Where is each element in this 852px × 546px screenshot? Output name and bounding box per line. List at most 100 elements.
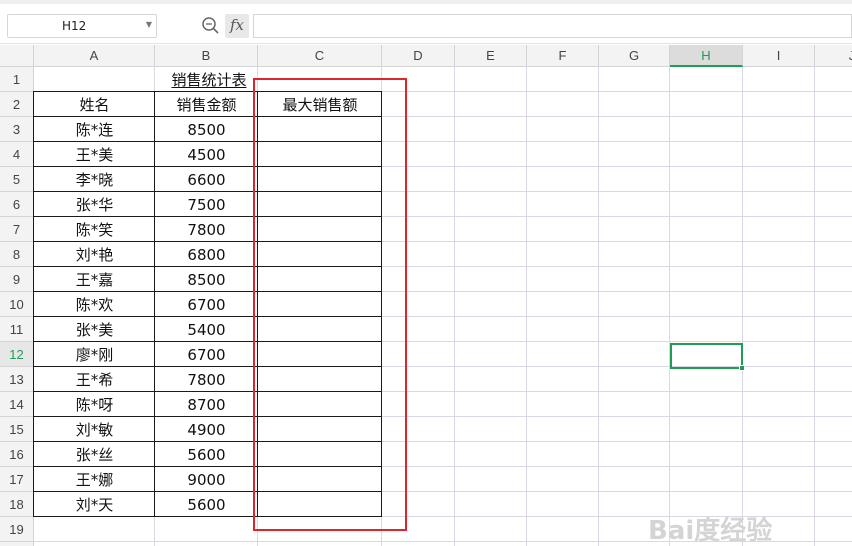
column-header-f[interactable]: F bbox=[527, 45, 599, 67]
table-border-horizontal bbox=[34, 316, 382, 317]
max-amount-cell[interactable] bbox=[258, 242, 382, 267]
name-cell[interactable]: 张*华 bbox=[34, 192, 155, 217]
amount-cell[interactable]: 5600 bbox=[155, 442, 258, 467]
row-header-17[interactable]: 17 bbox=[0, 467, 34, 492]
name-cell[interactable]: 王*美 bbox=[34, 142, 155, 167]
header-max-cell[interactable]: 最大销售额 bbox=[258, 92, 382, 117]
amount-cell[interactable]: 6700 bbox=[155, 342, 258, 367]
zoom-icon[interactable] bbox=[200, 15, 222, 37]
amount-cell[interactable]: 5600 bbox=[155, 492, 258, 517]
amount-cell[interactable]: 6700 bbox=[155, 292, 258, 317]
amount-cell[interactable]: 7500 bbox=[155, 192, 258, 217]
max-amount-cell[interactable] bbox=[258, 467, 382, 492]
max-amount-cell[interactable] bbox=[258, 292, 382, 317]
max-amount-cell[interactable] bbox=[258, 342, 382, 367]
amount-cell[interactable]: 9000 bbox=[155, 467, 258, 492]
amount-cell[interactable]: 6800 bbox=[155, 242, 258, 267]
name-cell[interactable]: 李*晓 bbox=[34, 167, 155, 192]
column-header-e[interactable]: E bbox=[455, 45, 527, 67]
table-border-horizontal bbox=[34, 116, 382, 117]
chevron-down-icon[interactable]: ▼ bbox=[146, 20, 152, 29]
formula-input[interactable] bbox=[253, 14, 852, 38]
name-cell[interactable]: 刘*艳 bbox=[34, 242, 155, 267]
fx-button[interactable]: fx bbox=[225, 14, 249, 38]
selected-cell-h12[interactable] bbox=[670, 343, 743, 369]
column-header-h[interactable]: H bbox=[670, 45, 743, 67]
row-header-11[interactable]: 11 bbox=[0, 317, 34, 342]
amount-cell[interactable]: 6600 bbox=[155, 167, 258, 192]
row-header-14[interactable]: 14 bbox=[0, 392, 34, 417]
name-cell[interactable]: 张*丝 bbox=[34, 442, 155, 467]
sheet-title[interactable]: 销售统计表 bbox=[156, 67, 262, 92]
row-header-2[interactable]: 2 bbox=[0, 92, 34, 117]
row-header-15[interactable]: 15 bbox=[0, 417, 34, 442]
name-cell[interactable]: 陈*呀 bbox=[34, 392, 155, 417]
amount-cell[interactable]: 7800 bbox=[155, 367, 258, 392]
table-border-horizontal bbox=[34, 91, 382, 92]
amount-cell[interactable]: 4500 bbox=[155, 142, 258, 167]
fill-handle[interactable] bbox=[739, 365, 745, 371]
max-amount-cell[interactable] bbox=[258, 442, 382, 467]
row-header-20[interactable]: 20 bbox=[0, 542, 34, 546]
amount-cell[interactable]: 4900 bbox=[155, 417, 258, 442]
row-header-1[interactable]: 1 bbox=[0, 67, 34, 92]
column-header-b[interactable]: B bbox=[155, 45, 258, 67]
row-header-13[interactable]: 13 bbox=[0, 367, 34, 392]
max-amount-cell[interactable] bbox=[258, 217, 382, 242]
row-header-5[interactable]: 5 bbox=[0, 167, 34, 192]
row-header-7[interactable]: 7 bbox=[0, 217, 34, 242]
amount-cell[interactable]: 8500 bbox=[155, 267, 258, 292]
table-border-vertical bbox=[154, 91, 155, 517]
row-header-8[interactable]: 8 bbox=[0, 242, 34, 267]
table-border-vertical bbox=[33, 91, 34, 517]
name-box[interactable]: H12 ▼ bbox=[7, 14, 157, 38]
row-header-19[interactable]: 19 bbox=[0, 517, 34, 542]
max-amount-cell[interactable] bbox=[258, 392, 382, 417]
max-amount-cell[interactable] bbox=[258, 192, 382, 217]
amount-cell[interactable]: 7800 bbox=[155, 217, 258, 242]
name-cell[interactable]: 刘*敏 bbox=[34, 417, 155, 442]
max-amount-cell[interactable] bbox=[258, 367, 382, 392]
gridline-vertical bbox=[814, 67, 815, 546]
name-cell[interactable]: 陈*连 bbox=[34, 117, 155, 142]
max-amount-cell[interactable] bbox=[258, 167, 382, 192]
name-cell[interactable]: 张*美 bbox=[34, 317, 155, 342]
column-header-c[interactable]: C bbox=[258, 45, 382, 67]
name-cell[interactable]: 王*娜 bbox=[34, 467, 155, 492]
max-amount-cell[interactable] bbox=[258, 492, 382, 517]
amount-cell[interactable]: 8500 bbox=[155, 117, 258, 142]
row-header-9[interactable]: 9 bbox=[0, 267, 34, 292]
row-header-4[interactable]: 4 bbox=[0, 142, 34, 167]
max-amount-cell[interactable] bbox=[258, 417, 382, 442]
max-amount-cell[interactable] bbox=[258, 142, 382, 167]
max-amount-cell[interactable] bbox=[258, 317, 382, 342]
name-cell[interactable]: 王*希 bbox=[34, 367, 155, 392]
name-cell[interactable]: 陈*欢 bbox=[34, 292, 155, 317]
header-name-cell[interactable]: 姓名 bbox=[34, 92, 155, 117]
column-header-j[interactable]: J bbox=[815, 45, 852, 67]
column-header-d[interactable]: D bbox=[382, 45, 455, 67]
formula-bar: H12 ▼ fx bbox=[0, 4, 852, 44]
select-all-corner[interactable] bbox=[0, 45, 34, 67]
row-header-6[interactable]: 6 bbox=[0, 192, 34, 217]
row-header-18[interactable]: 18 bbox=[0, 492, 34, 517]
max-amount-cell[interactable] bbox=[258, 117, 382, 142]
name-cell[interactable]: 刘*天 bbox=[34, 492, 155, 517]
table-border-horizontal bbox=[34, 266, 382, 267]
row-header-10[interactable]: 10 bbox=[0, 292, 34, 317]
spreadsheet-grid[interactable]: ABCDEFGHIJ123456789101112131415161718192… bbox=[0, 45, 852, 546]
column-header-g[interactable]: G bbox=[599, 45, 670, 67]
row-header-16[interactable]: 16 bbox=[0, 442, 34, 467]
name-cell[interactable]: 廖*刚 bbox=[34, 342, 155, 367]
row-header-12[interactable]: 12 bbox=[0, 342, 34, 367]
header-amount-cell[interactable]: 销售金额 bbox=[155, 92, 258, 117]
name-cell[interactable]: 王*嘉 bbox=[34, 267, 155, 292]
max-amount-cell[interactable] bbox=[258, 267, 382, 292]
column-header-i[interactable]: I bbox=[743, 45, 815, 67]
table-border-vertical bbox=[381, 91, 382, 517]
row-header-3[interactable]: 3 bbox=[0, 117, 34, 142]
column-header-a[interactable]: A bbox=[34, 45, 155, 67]
amount-cell[interactable]: 5400 bbox=[155, 317, 258, 342]
name-cell[interactable]: 陈*笑 bbox=[34, 217, 155, 242]
amount-cell[interactable]: 8700 bbox=[155, 392, 258, 417]
